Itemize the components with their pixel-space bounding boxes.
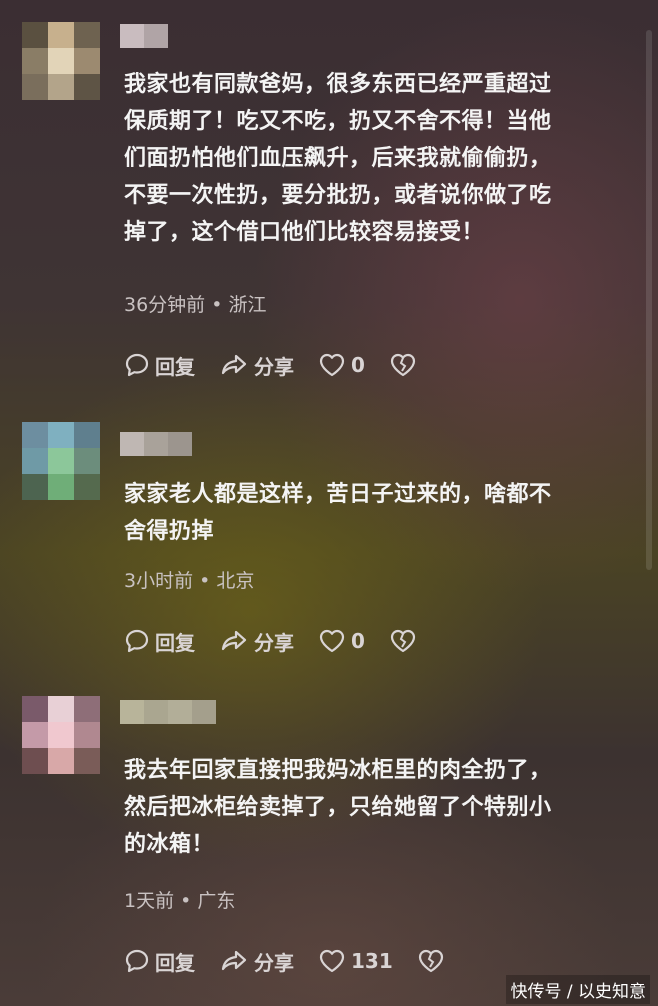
comment-meta: 3小时前 • 北京 [124,566,254,593]
heart-icon [319,949,345,973]
comment-time: 1天前 [124,890,175,912]
meta-separator: • [174,890,198,912]
speech-bubble-icon [125,629,149,653]
comment-text-line: 掉了，这个借口他们比较容易接受！ [124,220,485,245]
avatar[interactable] [22,422,100,500]
meta-separator: • [193,570,217,592]
broken-heart-icon [418,949,443,973]
share-arrow-icon [221,950,247,971]
like-count: 131 [351,949,393,973]
reply-button[interactable]: 回复 [124,627,195,656]
watermark: 快传号 / 以史知意 [506,975,650,1004]
comment-meta: 36分钟前 • 浙江 [124,290,267,317]
like-button[interactable]: 0 [318,352,365,378]
comment-text-line: 我家也有同款爸妈，很多东西已经严重超过 [124,72,552,97]
meta-separator: • [205,294,229,316]
comment-text: 我去年回家直接把我妈冰柜里的肉全扔了， 然后把冰柜给卖掉了，只给她留了个特别小 … [124,752,624,863]
share-arrow-icon [221,630,247,651]
comment-text-line: 们面扔怕他们血压飙升，后来我就偷偷扔， [124,146,552,171]
like-count: 0 [351,353,365,377]
username-blurred[interactable] [120,700,216,724]
comment-location: 浙江 [228,294,267,316]
dislike-button[interactable] [389,628,422,654]
comment-text-line: 家家老人都是这样，苦日子过来的，啥都不 [124,482,552,507]
heart-icon [319,353,345,377]
comment-text: 家家老人都是这样，苦日子过来的，啥都不 舍得扔掉 [124,476,624,550]
avatar[interactable] [22,696,100,774]
dislike-button[interactable] [389,352,422,378]
comment-text-line: 舍得扔掉 [124,519,215,544]
comment-time: 36分钟前 [124,294,206,316]
comment-text-line: 然后把冰柜给卖掉了，只给她留了个特别小 [124,795,552,820]
share-button[interactable]: 分享 [219,627,294,656]
comment-text: 我家也有同款爸妈，很多东西已经严重超过 保质期了！吃又不吃，扔又不舍不得！当他 … [124,66,624,251]
comment-text-line: 我去年回家直接把我妈冰柜里的肉全扔了， [124,758,552,783]
comment-actions: 回复 分享 0 [124,626,446,656]
comment-text-line: 的冰箱！ [124,832,215,857]
comment-time: 3小时前 [124,570,194,592]
comment-meta: 1天前 • 广东 [124,886,235,913]
avatar[interactable] [22,22,100,100]
share-label: 分享 [254,630,294,655]
username-blurred[interactable] [120,432,192,456]
comment-location: 广东 [197,890,236,912]
share-label: 分享 [254,354,294,379]
comment-text-line: 不要一次性扔，要分批扔，或者说你做了吃 [124,183,552,208]
speech-bubble-icon [125,353,149,377]
like-button[interactable]: 131 [318,948,393,974]
dislike-button[interactable] [417,948,450,974]
broken-heart-icon [390,629,416,653]
scrollbar[interactable] [646,30,652,570]
username-blurred[interactable] [120,24,168,48]
reply-label: 回复 [155,354,195,379]
share-arrow-icon [221,354,247,375]
reply-label: 回复 [155,950,195,975]
reply-button[interactable]: 回复 [124,947,195,976]
share-button[interactable]: 分享 [219,351,294,380]
speech-bubble-icon [125,949,149,973]
like-count: 0 [351,629,365,653]
reply-label: 回复 [155,630,195,655]
comment-text-line: 保质期了！吃又不吃，扔又不舍不得！当他 [124,109,552,134]
comment-actions: 回复 分享 0 [124,350,446,380]
comment-location: 北京 [216,570,255,592]
heart-icon [319,629,345,653]
broken-heart-icon [390,353,416,377]
comment-actions: 回复 分享 131 [124,946,474,976]
reply-button[interactable]: 回复 [124,351,195,380]
share-label: 分享 [254,950,294,975]
share-button[interactable]: 分享 [219,947,294,976]
like-button[interactable]: 0 [318,628,365,654]
